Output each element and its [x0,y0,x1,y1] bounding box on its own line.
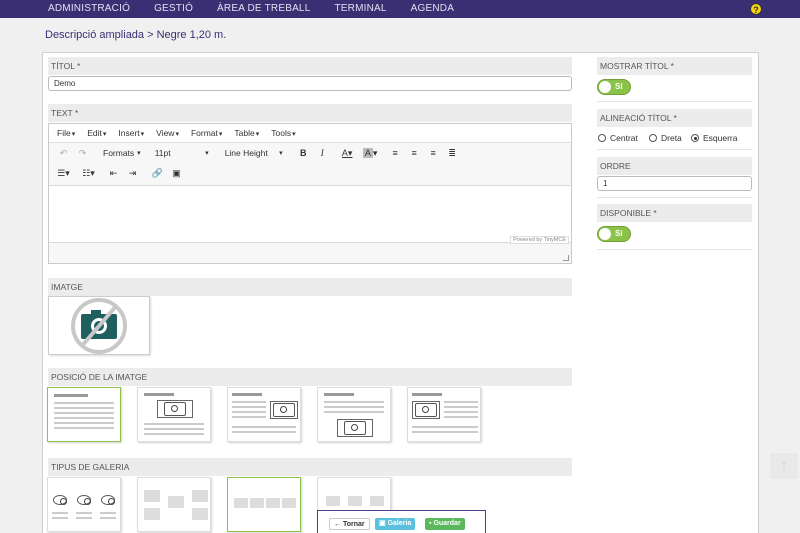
formats-dropdown[interactable]: Formats [98,148,146,158]
breadcrumb: Descripció ampliada > Negre 1,20 m. [45,29,227,41]
align-dreta-label: Dreta [661,133,682,143]
title-label: TÍTOL * [48,57,572,75]
resize-handle-icon[interactable] [563,255,569,261]
save-label: Guardar [433,520,461,527]
align-right-icon[interactable]: ≡ [424,148,443,158]
align-center-icon[interactable]: ≡ [405,148,424,158]
help-icon[interactable]: ? [750,3,762,15]
menu-format[interactable]: Format [185,128,228,138]
gallery-option-mosaic[interactable] [137,477,211,532]
editor-toolbar-2: ☰▾ ☷▾ ⇤ ⇥ 🔗 ▣ [49,163,571,183]
align-option-esquerra[interactable]: Esquerra [691,133,738,143]
title-alignment-label: ALINEACIÓ TÍTOL * [597,109,752,127]
link-icon[interactable]: 🔗 [148,168,167,179]
no-image-icon [71,298,127,354]
align-centrat-label: Centrat [610,133,638,143]
action-bar: ← Tornar ▣ Galeria ▪ Guardar [317,510,486,533]
position-option-left[interactable] [407,387,481,442]
rich-text-editor: File Edit Insert View Format Table Tools… [48,123,572,264]
align-justify-icon[interactable]: ≣ [443,148,462,159]
radio-esquerra[interactable] [691,134,699,142]
editor-menubar: File Edit Insert View Format Table Tools [49,124,571,143]
title-input[interactable]: Demo [48,76,572,91]
save-button[interactable]: ▪ Guardar [425,518,465,530]
bullet-list-icon[interactable]: ☰▾ [54,168,73,179]
nav-item-administracio[interactable]: ADMINISTRACIÓ [0,0,142,18]
toggle-knob [599,81,611,93]
align-option-dreta[interactable]: Dreta [649,133,682,143]
indent-icon[interactable]: ⇥ [123,168,142,179]
position-option-none[interactable] [47,387,121,442]
nav-item-terminal[interactable]: TERMINAL [322,0,398,18]
show-title-label: MOSTRAR TÍTOL * [597,57,752,75]
numbered-list-icon[interactable]: ☷▾ [79,168,98,179]
scroll-to-top-icon[interactable]: ↑ [770,453,798,479]
nav-item-area-de-treball[interactable]: ÀREA DE TREBALL [205,0,322,18]
top-navigation: ADMINISTRACIÓ GESTIÓ ÀREA DE TREBALL TER… [0,0,800,18]
back-label: Tornar [342,521,365,528]
editor-content-area[interactable]: Powered by TinyMCE [49,185,571,244]
gallery-label: Galeria [387,520,412,527]
arrow-left-icon: ← [334,521,343,528]
text-color-icon[interactable]: A▾ [338,148,357,159]
toggle-knob [599,228,611,240]
menu-table[interactable]: Table [228,128,265,138]
position-option-right[interactable] [227,387,301,442]
nav-item-agenda[interactable]: AGENDA [399,0,466,18]
menu-file[interactable]: File [51,128,81,138]
show-title-toggle[interactable]: Sí [597,79,631,95]
order-input[interactable]: 1 [597,176,752,191]
font-size-dropdown[interactable]: 11pt [150,148,214,158]
gallery-option-row[interactable] [227,477,301,532]
bold-icon[interactable]: B [294,148,313,158]
available-label: DISPONIBLE * [597,204,752,222]
radio-dreta[interactable] [649,134,657,142]
menu-insert[interactable]: Insert [112,128,150,138]
gallery-button[interactable]: ▣ Galeria [375,518,416,530]
align-esquerra-label: Esquerra [703,133,738,143]
image-preview[interactable] [48,296,150,355]
show-title-value: Sí [615,82,623,91]
redo-icon[interactable]: ↷ [73,148,92,159]
image-position-label: POSICIÓ DE LA IMATGE [48,368,572,386]
gallery-option-circles[interactable] [47,477,121,532]
undo-icon[interactable]: ↶ [54,148,73,159]
radio-centrat[interactable] [598,134,606,142]
available-toggle[interactable]: Sí [597,226,631,242]
gallery-type-label: TIPUS DE GALERIA [48,458,572,476]
powered-by-label: Powered by TinyMCE [510,236,569,244]
back-button[interactable]: ← Tornar [329,518,370,530]
align-left-icon[interactable]: ≡ [386,148,405,158]
align-option-centrat[interactable]: Centrat [598,133,638,143]
image-label: IMATGE [48,278,572,296]
image-icon[interactable]: ▣ [167,168,186,179]
outdent-icon[interactable]: ⇤ [104,168,123,179]
order-label: ORDRE [597,157,752,175]
italic-icon[interactable]: I [313,148,332,158]
menu-tools[interactable]: Tools [265,128,301,138]
nav-item-gestio[interactable]: GESTIÓ [142,0,205,18]
text-label: TEXT * [48,104,572,122]
line-height-dropdown[interactable]: Line Height [220,148,288,158]
position-option-bottom[interactable] [317,387,391,442]
available-value: Sí [615,229,623,238]
menu-edit[interactable]: Edit [81,128,112,138]
picture-icon: ▣ [379,520,388,527]
position-option-top[interactable] [137,387,211,442]
editor-toolbar-1: ↶ ↷ Formats 11pt Line Height B I A▾ A▾ ≡… [49,143,571,163]
menu-view[interactable]: View [150,128,185,138]
background-color-icon[interactable]: A ▾ [361,147,380,159]
